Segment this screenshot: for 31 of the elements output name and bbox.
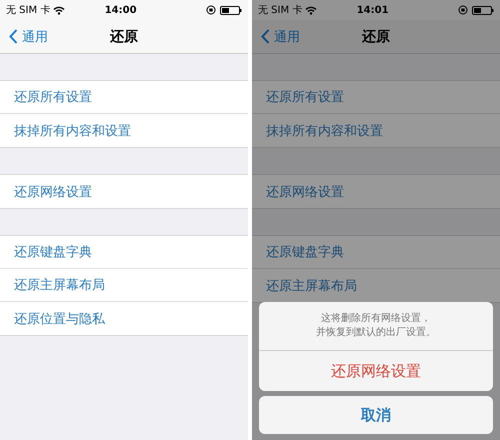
wifi-icon	[53, 6, 66, 14]
reset-network-button[interactable]: 还原网络设置	[259, 351, 493, 391]
cancel-button[interactable]: 取消	[259, 396, 493, 434]
settings-row[interactable]: 还原所有设置	[0, 81, 248, 114]
page-title: 还原	[110, 28, 138, 46]
clock-time: 14:01	[356, 4, 390, 16]
battery-icon	[220, 6, 242, 14]
settings-row[interactable]: 还原主屏幕布局	[252, 269, 500, 302]
settings-row[interactable]: 还原位置与隐私	[0, 302, 248, 335]
settings-row[interactable]: 抹掉所有内容和设置	[252, 114, 500, 147]
settings-row[interactable]: 还原主屏幕布局	[0, 269, 248, 302]
settings-row[interactable]: 还原所有设置	[252, 81, 500, 114]
chevron-left-icon	[261, 29, 270, 44]
sheet-message: 这将删除所有网络设置，	[321, 312, 431, 326]
settings-row[interactable]: 还原键盘字典	[0, 236, 248, 269]
settings-row[interactable]: 还原网络设置	[252, 175, 500, 208]
rotation-lock-icon	[206, 5, 216, 15]
chevron-left-icon	[9, 29, 18, 44]
wifi-icon	[305, 6, 318, 14]
settings-row[interactable]: 还原网络设置	[0, 175, 248, 208]
back-button[interactable]: 通用	[252, 28, 300, 46]
clock-time: 14:00	[104, 4, 138, 16]
back-button[interactable]: 通用	[0, 28, 48, 46]
page-title: 还原	[362, 28, 390, 46]
settings-row[interactable]: 抹掉所有内容和设置	[0, 114, 248, 147]
carrier-label: 无 SIM 卡	[6, 4, 50, 17]
sheet-message: 并恢复到默认的出厂设置。	[316, 326, 436, 340]
battery-icon	[472, 6, 494, 14]
carrier-label: 无 SIM 卡	[258, 4, 302, 17]
rotation-lock-icon	[458, 5, 468, 15]
settings-row[interactable]: 还原键盘字典	[252, 236, 500, 269]
